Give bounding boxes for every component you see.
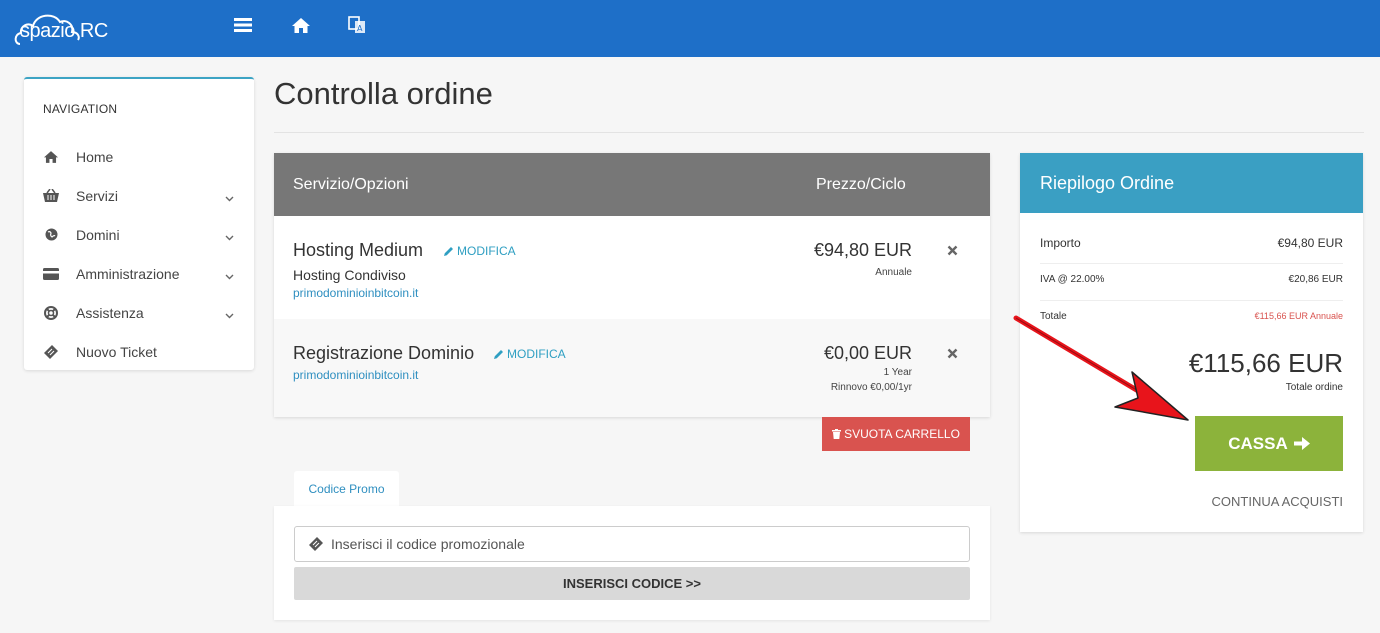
basket-icon xyxy=(43,188,59,204)
home-icon xyxy=(43,149,59,165)
sidebar-item-label: Domini xyxy=(76,226,120,243)
sidebar-item-label: Servizi xyxy=(76,187,119,204)
pencil-icon xyxy=(444,247,453,256)
product-domain: primodominioinbitcoin.it xyxy=(293,368,419,382)
summary-row-total: Totale €115,66 EUR Annuale xyxy=(1040,311,1343,331)
translate-icon[interactable]: A xyxy=(346,14,368,36)
column-header-service: Servizio/Opzioni xyxy=(293,176,409,193)
item-price: €0,00 EUR xyxy=(823,343,912,363)
item-renewal: Rinnovo €0,00/1yr xyxy=(830,382,912,393)
chevron-down-icon xyxy=(225,190,234,202)
grand-total: €115,66 EUR xyxy=(1188,348,1343,378)
item-price: €94,80 EUR xyxy=(813,240,912,260)
apply-promo-button[interactable]: INSERISCI CODICE >> xyxy=(294,567,970,600)
sidebar-item-label: Home xyxy=(76,148,114,165)
product-name: Registrazione Dominio xyxy=(293,343,475,363)
ticket-icon xyxy=(43,344,59,360)
svg-text:A: A xyxy=(357,24,363,33)
summary-header: Riepilogo Ordine xyxy=(1020,153,1363,213)
remove-item-icon[interactable] xyxy=(947,243,959,256)
hamburger-icon[interactable] xyxy=(232,14,254,36)
cart-table: Servizio/Opzioni Prezzo/Ciclo Hosting Me… xyxy=(274,153,990,417)
remove-item-icon[interactable] xyxy=(947,346,959,359)
empty-cart-label: SVUOTA CARRELLO xyxy=(844,427,960,441)
chevron-down-icon xyxy=(225,307,234,319)
summary-label: IVA @ 22.00% xyxy=(1040,274,1105,285)
page-title: Controlla ordine xyxy=(274,76,493,111)
home-icon[interactable] xyxy=(290,14,312,36)
product-domain: primodominioinbitcoin.it xyxy=(293,286,419,300)
sidebar-item-home[interactable]: Home xyxy=(24,137,254,176)
summary-value: €115,66 EUR Annuale xyxy=(1254,311,1343,321)
grand-total-label: Totale ordine xyxy=(1285,382,1343,393)
promo-panel: INSERISCI CODICE >> xyxy=(274,506,990,620)
product-name: Hosting Medium xyxy=(293,240,424,260)
summary-value: €20,86 EUR xyxy=(1288,274,1343,285)
pencil-icon xyxy=(494,350,503,359)
sidebar-item-label: Nuovo Ticket xyxy=(76,343,157,360)
item-cycle: Annuale xyxy=(875,267,912,278)
edit-link[interactable]: MODIFICA xyxy=(494,347,566,361)
trash-icon xyxy=(832,429,842,439)
order-summary: Riepilogo Ordine Importo €94,80 EUR IVA … xyxy=(1020,153,1363,532)
sidebar-item-domini[interactable]: Domini xyxy=(24,215,254,254)
arrow-right-icon xyxy=(1293,437,1310,450)
summary-row-tax: IVA @ 22.00% €20,86 EUR xyxy=(1040,274,1343,301)
promo-code-input[interactable] xyxy=(331,536,931,552)
lifebuoy-icon xyxy=(43,305,59,321)
cart-header: Servizio/Opzioni Prezzo/Ciclo xyxy=(274,153,990,216)
item-cycle: 1 Year xyxy=(883,367,912,378)
divider xyxy=(274,132,1364,133)
product-group: Hosting Condiviso xyxy=(293,267,406,283)
summary-title: Riepilogo Ordine xyxy=(1040,173,1175,193)
sidebar-item-servizi[interactable]: Servizi xyxy=(24,176,254,215)
checkout-button[interactable]: CASSA xyxy=(1195,416,1343,471)
summary-label: Totale xyxy=(1040,311,1067,322)
brand-name: spazio RC xyxy=(20,20,108,42)
ticket-icon xyxy=(309,537,323,551)
summary-value: €94,80 EUR xyxy=(1277,236,1343,250)
edit-link[interactable]: MODIFICA xyxy=(444,244,516,258)
sidebar-item-nuovo-ticket[interactable]: Nuovo Ticket xyxy=(24,332,254,371)
sidebar-item-label: Assistenza xyxy=(76,304,144,321)
summary-label: Importo xyxy=(1040,236,1081,250)
cart-item-row: Hosting Medium MODIFICA Hosting Condivis… xyxy=(274,216,990,319)
credit-card-icon xyxy=(43,266,59,282)
continue-shopping-link[interactable]: CONTINUA ACQUISTI xyxy=(1212,494,1343,509)
column-header-price: Prezzo/Ciclo xyxy=(816,176,906,193)
summary-row-subtotal: Importo €94,80 EUR xyxy=(1040,236,1343,264)
edit-label: MODIFICA xyxy=(457,244,516,258)
sidebar-navigation: NAVIGATION Home Servizi Domini Amministr… xyxy=(24,77,254,370)
sidebar-item-label: Amministrazione xyxy=(76,265,180,282)
top-navbar: spazio RC A xyxy=(0,0,1380,57)
chevron-down-icon xyxy=(225,229,234,241)
sidebar-item-amministrazione[interactable]: Amministrazione xyxy=(24,254,254,293)
cart-item-row: Registrazione Dominio MODIFICA primodomi… xyxy=(274,319,990,417)
sidebar-title: NAVIGATION xyxy=(43,102,118,116)
checkout-label: CASSA xyxy=(1228,433,1288,453)
tab-promo-code[interactable]: Codice Promo xyxy=(294,471,399,507)
empty-cart-button[interactable]: SVUOTA CARRELLO xyxy=(822,417,970,451)
chevron-down-icon xyxy=(225,268,234,280)
promo-input-wrapper xyxy=(294,526,970,562)
edit-label: MODIFICA xyxy=(507,347,566,361)
globe-icon xyxy=(43,227,59,243)
sidebar-item-assistenza[interactable]: Assistenza xyxy=(24,293,254,332)
